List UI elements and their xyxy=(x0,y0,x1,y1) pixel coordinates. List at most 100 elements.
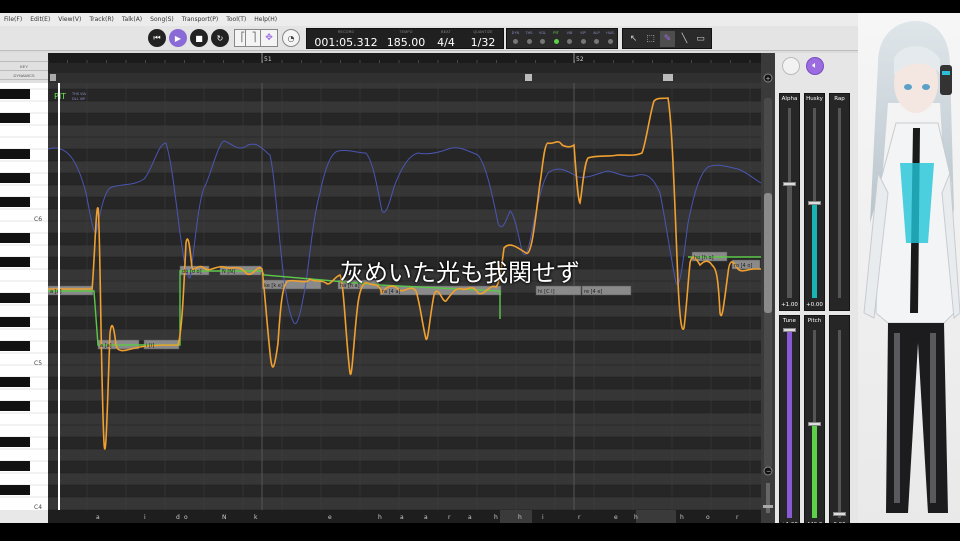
menu-song[interactable]: Song(S) xyxy=(150,16,174,23)
tempo-display[interactable]: TEMPO 185.00 xyxy=(383,29,429,50)
menu-help[interactable]: Help(H) xyxy=(254,16,277,23)
dynamics-marker[interactable] xyxy=(663,74,673,81)
param-label: VIP xyxy=(580,31,586,35)
knob-icon[interactable] xyxy=(782,57,800,75)
mixer-strip-alpha[interactable]: Alpha +1.00 xyxy=(779,93,800,311)
param-pit-toggle[interactable]: PIT xyxy=(550,29,563,50)
tempo-caption: TEMPO xyxy=(399,30,413,34)
phoneme-label: k xyxy=(254,514,258,521)
phoneme-label: e xyxy=(328,514,332,521)
ruler-label-dynamics: DYNAMICS xyxy=(0,71,48,80)
metronome-icon[interactable]: ◔ xyxy=(282,29,300,47)
svg-text:−: − xyxy=(766,468,771,475)
play-icon[interactable]: ▶ xyxy=(169,29,187,47)
param-vib-toggle[interactable]: VIB xyxy=(563,29,576,50)
line-tool-icon[interactable]: ╲ xyxy=(677,31,692,47)
mixer-strip-rap[interactable]: Rap xyxy=(829,93,850,311)
phoneme-label: h xyxy=(494,514,498,521)
playhead[interactable] xyxy=(58,83,60,510)
menu-view[interactable]: View(V) xyxy=(58,16,81,23)
skip-back-icon[interactable]: ⏮ xyxy=(148,29,166,47)
phoneme-label: h xyxy=(518,514,522,521)
menu-edit[interactable]: Edit(E) xyxy=(30,16,50,23)
parameter-selector: DYN THS VOL PIT VIB VIP ALP HUS xyxy=(506,28,618,49)
mixer-strip-husky[interactable]: Husky +0.00 xyxy=(804,93,825,311)
app: File(F) Edit(E) View(V) Track(R) Talk(A)… xyxy=(0,0,960,540)
quantize-caption: QUANTIZE xyxy=(473,30,493,34)
fader-handle[interactable] xyxy=(783,182,796,186)
transport-display: RECORD 001:05.312 TEMPO 185.00 BEAT 4/4 … xyxy=(306,28,504,49)
param-vol-toggle[interactable]: VOL xyxy=(536,29,549,50)
phoneme-row-label xyxy=(0,510,48,523)
octave-label: C5 xyxy=(34,360,42,367)
mixer-strip-pitch[interactable]: Pitch440.0 xyxy=(804,315,825,531)
timeline-ruler[interactable]: 51 52 xyxy=(47,53,761,83)
phoneme-label: h xyxy=(378,514,382,521)
note-lyric: ro [4 o] xyxy=(734,263,752,269)
loop-icon[interactable]: ↻ xyxy=(211,29,229,47)
phoneme-label: i xyxy=(542,514,544,521)
note-grid[interactable]: a [a] a [a] i [i] do [d o] N [N] ke [k e] ha [… xyxy=(48,83,761,510)
mixer-strip-extra[interactable]: 0.00 xyxy=(829,315,850,531)
menu-transport[interactable]: Transport(P) xyxy=(182,16,218,23)
curve-legend-active: PIT xyxy=(54,92,66,101)
edit-tools: ↖ ⬚ ✎ ╲ ▭ xyxy=(622,28,712,49)
menu-track[interactable]: Track(R) xyxy=(89,16,114,23)
measure-52-label: 52 xyxy=(576,56,584,63)
fader-handle[interactable] xyxy=(808,201,821,205)
note-lyric: a [a] xyxy=(100,343,112,349)
param-label: ALP xyxy=(593,31,600,35)
phoneme-label: d xyxy=(176,514,180,521)
param-hus-toggle[interactable]: HUS xyxy=(604,29,617,50)
time-caption: RECORD xyxy=(337,30,355,34)
video-bottom-letterbox xyxy=(0,523,960,540)
curve-legend-others: THS VIA xyxy=(71,92,87,96)
param-ths-toggle[interactable]: THS xyxy=(523,29,536,50)
param-alp-toggle[interactable]: ALP xyxy=(590,29,603,50)
param-vip-toggle[interactable]: VIP xyxy=(577,29,590,50)
vertical-scrollbar-graphics: + − xyxy=(763,73,773,513)
character-illustration xyxy=(858,13,960,523)
phoneme-label: o xyxy=(706,514,710,521)
menu-tool[interactable]: Tool(T) xyxy=(226,16,246,23)
stop-icon[interactable]: ■ xyxy=(190,29,208,47)
vertical-scrollbar[interactable]: + − xyxy=(761,53,775,523)
param-dyn-toggle[interactable]: DYN xyxy=(509,29,522,50)
note-lyric: ke [k e] xyxy=(264,283,283,289)
eraser-tool-icon[interactable]: ▭ xyxy=(693,31,708,47)
note-lyric: do [d o] xyxy=(182,269,202,275)
black-key xyxy=(0,461,30,471)
beat-display[interactable]: BEAT 4/4 xyxy=(429,29,463,50)
param-indicator xyxy=(594,39,599,44)
param-label: PIT xyxy=(553,31,559,35)
piano-keys: C6C5C4G#3 xyxy=(0,88,48,510)
fader-handle[interactable] xyxy=(783,328,796,332)
pencil-tool-icon[interactable]: ✎ xyxy=(660,31,675,47)
dynamics-marker[interactable] xyxy=(50,74,56,81)
vertical-scroll-thumb[interactable] xyxy=(764,193,772,313)
speaker-icon[interactable]: 🔈︎ xyxy=(806,57,824,75)
mixer-strip-label: Alpha xyxy=(781,96,798,102)
fader-handle[interactable] xyxy=(808,422,821,426)
fader-handle[interactable] xyxy=(833,512,846,516)
black-key xyxy=(0,197,30,207)
menu-talk[interactable]: Talk(A) xyxy=(122,16,142,23)
character-figure xyxy=(863,21,960,513)
black-key xyxy=(0,89,30,99)
param-indicator xyxy=(540,39,545,44)
auto-scroll-icon[interactable]: ✥ xyxy=(260,29,278,47)
mixer-strip-tune[interactable]: Tune+1.00 xyxy=(779,315,800,531)
ruler-graphics: 51 52 xyxy=(47,53,761,83)
octave-label: C6 xyxy=(34,216,42,223)
phoneme-track[interactable]: aidoNkehaarahhirehhor xyxy=(48,510,761,523)
piano-keyboard[interactable]: C6C5C4G#3 xyxy=(0,83,48,510)
select-tool-icon[interactable]: ⬚ xyxy=(643,31,658,47)
quantize-display[interactable]: QUANTIZE 1/32 xyxy=(463,29,503,50)
pointer-tool-icon[interactable]: ↖ xyxy=(626,31,641,47)
menu-file[interactable]: File(F) xyxy=(4,16,22,23)
svg-text:+: + xyxy=(766,76,771,83)
note-lyric: ra [4 a] xyxy=(382,289,400,295)
curve-legend-others: DLL VIP xyxy=(72,97,85,101)
dynamics-marker[interactable] xyxy=(525,74,532,81)
fader-track xyxy=(838,108,841,298)
